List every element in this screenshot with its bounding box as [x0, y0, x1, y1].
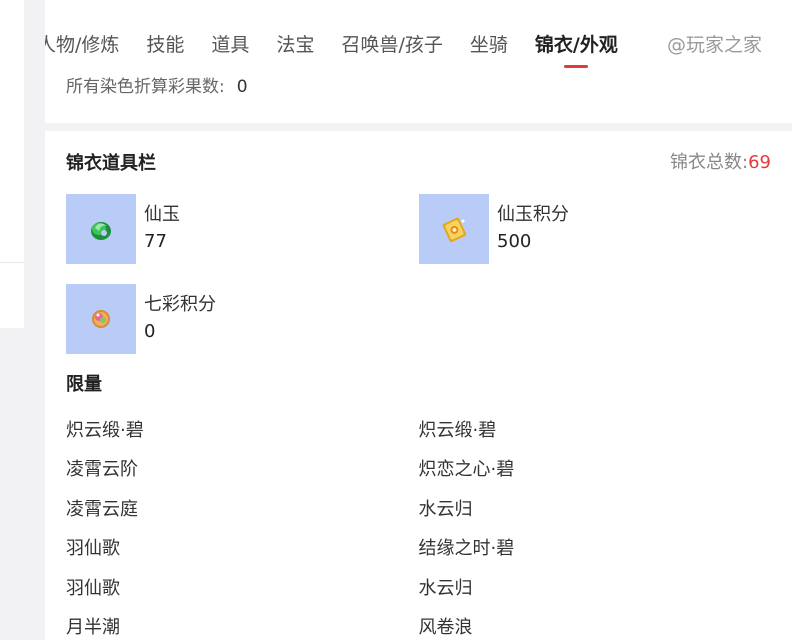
item-name: 仙玉积分: [497, 204, 569, 225]
item-card[interactable]: 七彩积分 0: [66, 284, 216, 354]
tab-skills[interactable]: 技能: [146, 28, 184, 62]
list-item[interactable]: 凌霄云庭: [66, 497, 419, 523]
list-item[interactable]: 羽仙歌: [66, 576, 419, 602]
list-item[interactable]: 炽云缎·碧: [66, 418, 419, 444]
item-thumbnail: [66, 194, 136, 264]
item-info: 仙玉 77: [144, 194, 180, 256]
divider: [0, 262, 24, 263]
dye-summary: 所有染色折算彩果数: 0: [66, 74, 248, 100]
total-count: 69: [748, 152, 771, 173]
item-info: 七彩积分 0: [144, 284, 216, 346]
dye-value: 0: [236, 77, 248, 97]
tab-character[interactable]: 人物/修炼: [45, 28, 119, 62]
tab-appearance-label: 锦衣/外观: [534, 34, 618, 56]
limited-list: 炽云缎·碧 炽云缎·碧 凌霄云阶 炽恋之心·碧 凌霄云庭 水云归 羽仙歌 结缘之…: [66, 411, 771, 640]
tab-appearance[interactable]: 锦衣/外观: [534, 28, 618, 68]
list-item[interactable]: 炽恋之心·碧: [419, 457, 772, 483]
list-item[interactable]: 水云归: [419, 497, 772, 523]
tab-magic-treasure[interactable]: 法宝: [276, 28, 314, 62]
item-thumbnail: [66, 284, 136, 354]
item-thumbnail: [419, 194, 489, 264]
jinyi-total: 锦衣总数:69: [670, 150, 771, 176]
item-quantity: 500: [497, 231, 532, 252]
list-item[interactable]: 炽云缎·碧: [419, 418, 772, 444]
jinyi-panel: 锦衣道具栏 锦衣总数:69 仙玉 77 仙玉积分 500 七彩积分 0 限量 炽…: [45, 131, 792, 640]
watermark: @玩家之家: [667, 34, 763, 56]
item-name: 七彩积分: [144, 294, 216, 315]
tabs-card: 人物/修炼 技能 道具 法宝 召唤兽/孩子 坐骑 锦衣/外观 @玩家之家 所有染…: [45, 0, 792, 123]
list-row: 凌霄云阶 炽恋之心·碧: [66, 451, 771, 491]
jade-icon: [91, 222, 111, 240]
item-name: 仙玉: [144, 204, 180, 225]
list-row: 凌霄云庭 水云归: [66, 490, 771, 530]
section-title: 锦衣道具栏: [66, 153, 156, 174]
item-quantity: 0: [144, 321, 156, 342]
list-row: 炽云缎·碧 炽云缎·碧: [66, 411, 771, 451]
active-tab-indicator: [564, 65, 589, 68]
left-panel: [0, 0, 24, 328]
item-quantity: 77: [144, 231, 167, 252]
total-label: 锦衣总数:: [670, 152, 749, 173]
tab-items[interactable]: 道具: [211, 28, 249, 62]
list-item[interactable]: 月半潮: [66, 615, 419, 640]
list-item[interactable]: 羽仙歌: [66, 536, 419, 562]
list-row: 羽仙歌 水云归: [66, 569, 771, 609]
item-info: 仙玉积分 500: [497, 194, 569, 256]
list-item[interactable]: 凌霄云阶: [66, 457, 419, 483]
item-card[interactable]: 仙玉积分 500: [419, 194, 569, 264]
list-item[interactable]: 风卷浪: [419, 615, 772, 640]
jade-points-icon: [442, 217, 467, 243]
list-item[interactable]: 水云归: [419, 576, 772, 602]
item-card[interactable]: 仙玉 77: [66, 194, 180, 264]
limited-title: 限量: [66, 374, 102, 395]
rainbow-points-icon: [92, 310, 110, 328]
list-row: 月半潮 风卷浪: [66, 609, 771, 640]
list-row: 羽仙歌 结缘之时·碧: [66, 530, 771, 570]
tab-mounts[interactable]: 坐骑: [470, 28, 508, 62]
list-item[interactable]: 结缘之时·碧: [419, 536, 772, 562]
dye-label: 所有染色折算彩果数:: [66, 77, 225, 97]
tab-summons[interactable]: 召唤兽/孩子: [341, 28, 442, 62]
